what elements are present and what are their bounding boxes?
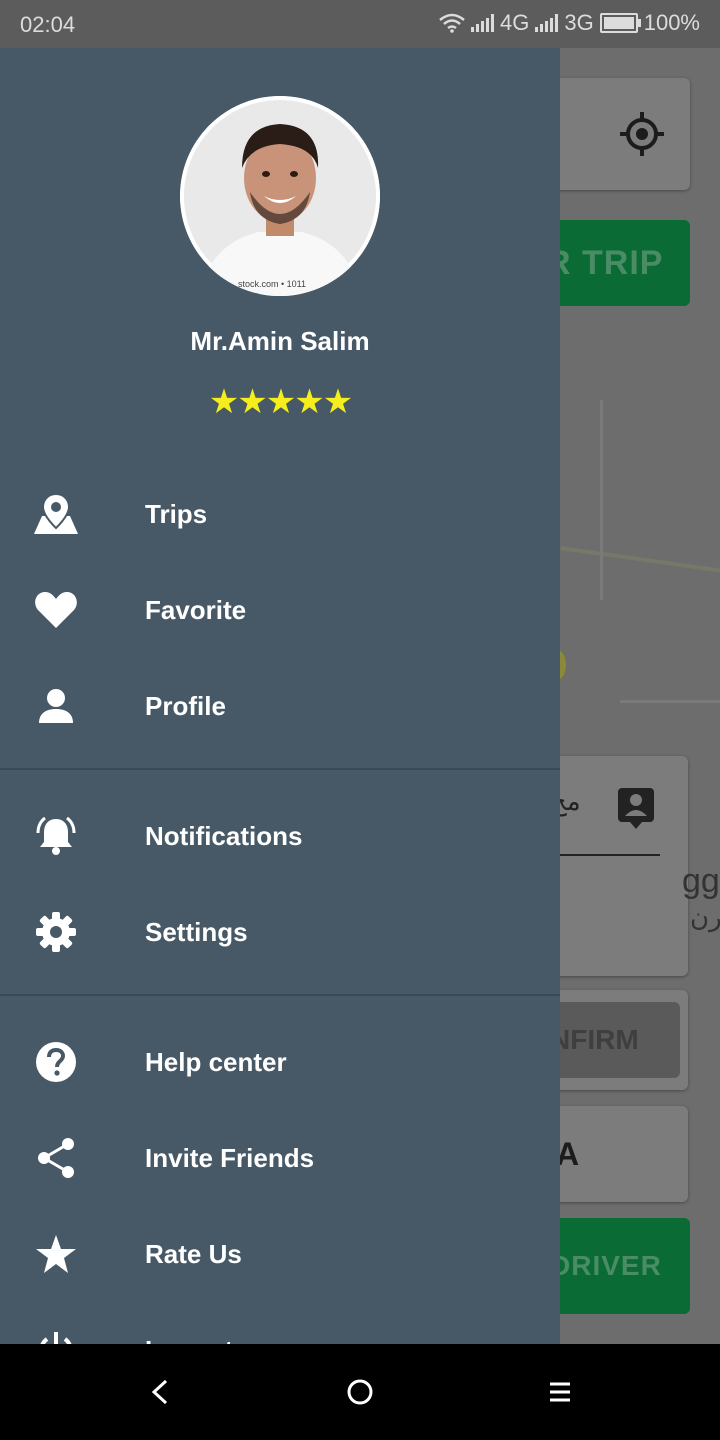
navigation-drawer: stock.com • 1011 Mr.Amin Salim ★★★★★ Tri… — [0, 48, 560, 1344]
status-icons: 4G 3G 100% — [439, 10, 700, 36]
battery-percent: 100% — [643, 10, 700, 35]
contact-pin-icon[interactable] — [616, 786, 656, 830]
confirm-label: NFIRM — [550, 1024, 639, 1055]
help-circle-icon — [32, 1038, 80, 1086]
menu-item-invite-friends[interactable]: Invite Friends — [0, 1110, 560, 1206]
locate-card[interactable] — [540, 78, 690, 190]
network-type-2: 3G — [564, 10, 594, 35]
start-trip-label: R TRIP — [546, 243, 664, 282]
menu-item-help-center[interactable]: Help center — [0, 1014, 560, 1110]
map-marker-icon — [32, 490, 80, 538]
system-nav-bar — [0, 1344, 720, 1440]
battery-icon — [599, 13, 641, 33]
share-icon — [32, 1134, 80, 1182]
network-type-1: 4G — [500, 10, 530, 35]
menu-label-trips: Trips — [145, 498, 208, 529]
avatar-watermark: stock.com • 1011 — [238, 279, 307, 289]
menu-item-settings[interactable]: Settings — [0, 884, 560, 980]
menu-item-rate-us[interactable]: Rate Us — [0, 1206, 560, 1302]
partial-arabic-text: فرن — [690, 902, 720, 932]
bell-ringing-icon — [32, 812, 80, 860]
menu-item-favorite[interactable]: Favorite — [0, 562, 560, 658]
request-driver-button[interactable]: DRIVER — [540, 1218, 690, 1314]
home-icon[interactable] — [340, 1372, 380, 1412]
rating-stars: ★★★★★ — [0, 382, 560, 422]
menu-divider-1 — [0, 768, 560, 770]
menu-divider-2 — [0, 994, 560, 996]
menu-item-profile[interactable]: Profile — [0, 658, 560, 754]
heart-icon — [32, 586, 80, 634]
menu-label-notifications: Notifications — [145, 820, 303, 851]
menu-label-logout: Logout — [145, 1335, 233, 1345]
power-icon — [32, 1326, 80, 1344]
location-underline — [550, 854, 660, 856]
menu-label-invite-friends: Invite Friends — [145, 1142, 315, 1173]
star-icon — [32, 1230, 80, 1278]
status-bar: 02:04 4G 3G 100% — [0, 0, 720, 48]
menu-label-rate-us: Rate Us — [145, 1238, 242, 1269]
wifi-icon — [439, 13, 465, 33]
menu-label-settings: Settings — [145, 916, 248, 947]
user-photo — [180, 96, 380, 296]
menu-label-profile: Profile — [145, 690, 226, 721]
user-name: Mr.Amin Salim — [190, 326, 370, 356]
person-icon — [32, 682, 80, 730]
request-driver-label: DRIVER — [550, 1250, 662, 1281]
back-icon[interactable] — [140, 1372, 180, 1412]
status-time: 02:04 — [20, 12, 76, 37]
menu-label-help-center: Help center — [145, 1046, 287, 1077]
avatar[interactable]: stock.com • 1011 — [180, 96, 380, 296]
location-card[interactable]: مح — [540, 756, 688, 976]
signal-icon-2 — [535, 14, 559, 32]
vehicle-card[interactable]: A — [540, 1106, 688, 1202]
signal-icon — [471, 14, 494, 32]
confirm-button[interactable]: NFIRM — [540, 1002, 680, 1078]
menu-item-notifications[interactable]: Notifications — [0, 788, 560, 884]
partial-text: gg — [682, 862, 720, 900]
menu-icon[interactable] — [540, 1372, 580, 1412]
crosshair-icon[interactable] — [618, 110, 666, 158]
rating-stars-text: ★★★★★ — [208, 383, 353, 421]
menu-label-favorite: Favorite — [145, 594, 247, 625]
menu-item-logout[interactable]: Logout — [0, 1302, 560, 1344]
gear-icon — [32, 908, 80, 956]
menu-item-trips[interactable]: Trips — [0, 466, 560, 562]
battery-fill — [603, 17, 634, 29]
